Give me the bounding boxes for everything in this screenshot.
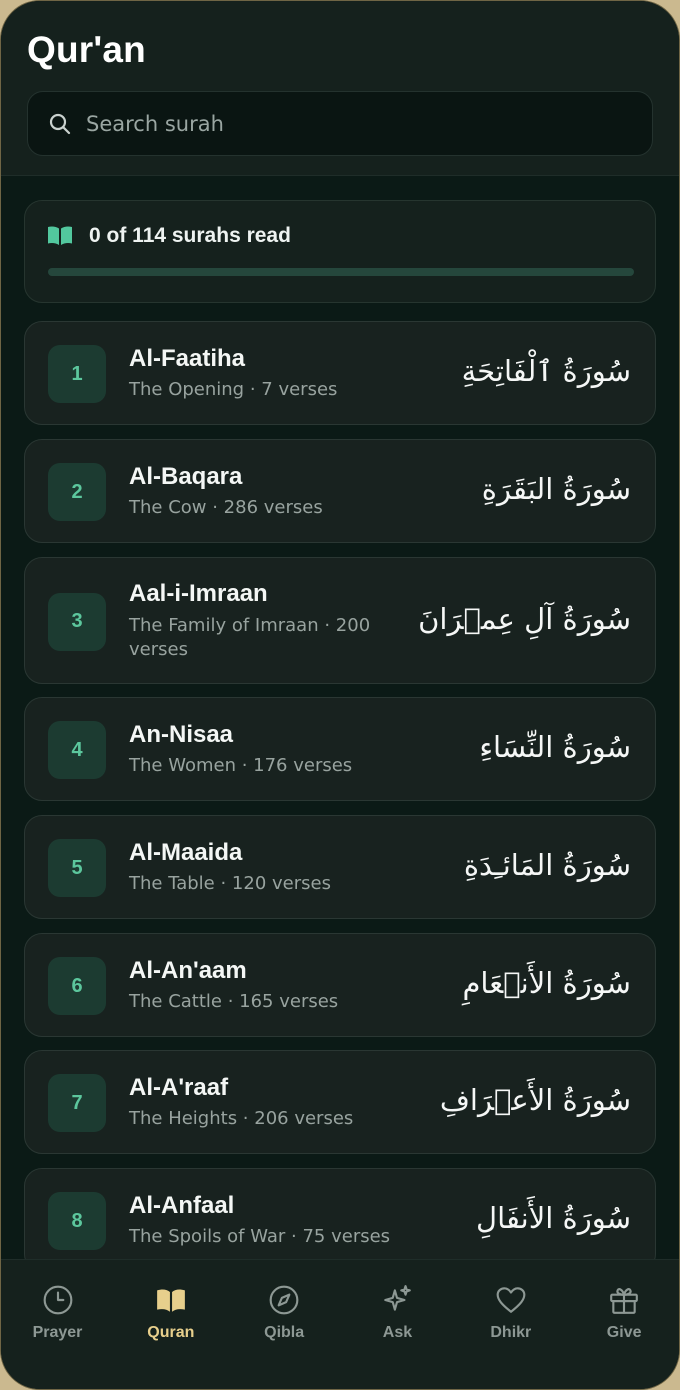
surah-subtitle: The Cattle · 165 verses (129, 991, 339, 1012)
tab-label: Prayer (32, 1324, 83, 1341)
page-title: Qur'an (27, 29, 146, 70)
surah-arabic-name: سُورَةُ الأَنفَالِ (476, 1201, 631, 1235)
surah-subtitle: The Table · 120 verses (129, 873, 331, 894)
surah-card[interactable]: 4 An-Nisaa The Women · 176 verses سُورَةُ ا… (24, 697, 656, 801)
surah-name: Al-Maaida (129, 839, 243, 866)
surah-name: Al-A'raaf (129, 1074, 229, 1101)
surah-arabic-name: سُورَةُ النِّسَاءِ (479, 730, 631, 764)
tab-label: Give (606, 1324, 642, 1341)
surah-number-badge: 6 (48, 957, 106, 1015)
book-open-icon (155, 1284, 187, 1316)
surah-arabic-name: سُورَةُ البَقَرَةِ (481, 472, 631, 506)
compass-icon (268, 1284, 300, 1316)
surah-arabic-name: سُورَةُ ٱلْفَاتِحَةِ (461, 354, 631, 388)
surah-card[interactable]: 1 Al-Faatiha The Opening · 7 verses سُورَةُ… (24, 321, 656, 425)
surah-card[interactable]: 7 Al-A'raaf The Heights · 206 verses سُورَة… (24, 1050, 656, 1154)
app-screen: Qur'an 0 of 114 surahs read 1 Al-Faatiha T… (0, 0, 680, 1390)
surah-name: An-Nisaa (129, 721, 234, 748)
surah-number-badge: 5 (48, 839, 106, 897)
surah-subtitle: The Cow · 286 verses (129, 497, 323, 518)
book-icon (48, 226, 72, 245)
surah-card[interactable]: 8 Al-Anfaal The Spoils of War · 75 verses س… (24, 1168, 656, 1272)
surah-subtitle: The Family of Imraan · 200 verses (129, 615, 371, 660)
surah-arabic-name: سُورَةُ الأَعۡرَافِ (439, 1083, 631, 1117)
surah-card[interactable]: 2 Al-Baqara The Cow · 286 verses سُورَةُ ال… (24, 439, 656, 543)
heart-icon (495, 1284, 527, 1316)
tab-label: Ask (382, 1324, 413, 1341)
surah-number-badge: 3 (48, 592, 106, 651)
surah-arabic-name: سُورَةُ آلِ عِمۡرَانَ (418, 601, 631, 636)
surah-name: Aal-i-Imraan (129, 580, 268, 607)
progress-label: 0 of 114 surahs read (89, 224, 291, 247)
surah-name: Al-Faatiha (129, 345, 246, 372)
tab-label: Quran (147, 1324, 195, 1341)
surah-card[interactable]: 6 Al-An'aam The Cattle · 165 verses سُورَةُ… (24, 933, 656, 1037)
surah-number-badge: 8 (48, 1192, 106, 1250)
surah-number-badge: 4 (48, 721, 106, 779)
search-icon (49, 113, 71, 135)
tab-dhikr[interactable]: Dhikr (454, 1284, 567, 1354)
search-input[interactable] (86, 92, 626, 155)
surah-name: Al-Baqara (129, 463, 243, 490)
surah-arabic-name: سُورَةُ الأَنۡعَامِ (462, 966, 631, 1000)
tab-give[interactable]: Give (568, 1284, 679, 1354)
search-box[interactable] (27, 91, 653, 156)
reading-progress-card: 0 of 114 surahs read (24, 200, 656, 303)
surah-subtitle: The Women · 176 verses (129, 755, 353, 776)
surah-number-badge: 7 (48, 1074, 106, 1132)
surah-name: Al-Anfaal (129, 1192, 235, 1219)
surah-number-badge: 2 (48, 463, 106, 521)
surah-card[interactable]: 5 Al-Maaida The Table · 120 verses سُورَةُ … (24, 815, 656, 919)
tab-prayer[interactable]: Prayer (1, 1284, 114, 1354)
surah-subtitle: The Opening · 7 verses (129, 379, 338, 400)
surah-number-badge: 1 (48, 345, 106, 403)
surah-subtitle: The Spoils of War · 75 verses (129, 1226, 391, 1247)
surah-card[interactable]: 3 Aal-i-Imraan The Family of Imraan · 200 … (24, 557, 656, 684)
tab-quran[interactable]: Quran (114, 1284, 227, 1354)
sparkles-icon (381, 1284, 413, 1316)
surah-arabic-name: سُورَةُ المَائـِدَةِ (463, 848, 631, 882)
tab-label: Qibla (264, 1324, 305, 1341)
clock-icon (42, 1284, 74, 1316)
surah-subtitle: The Heights · 206 verses (129, 1108, 354, 1129)
tab-ask[interactable]: Ask (341, 1284, 454, 1354)
bottom-tab-bar: Prayer Quran Qibla Ask Dhikr Give (1, 1259, 679, 1389)
header: Qur'an (1, 1, 679, 176)
tab-label: Dhikr (490, 1324, 532, 1341)
tab-qibla[interactable]: Qibla (228, 1284, 341, 1354)
progress-bar (48, 268, 634, 276)
surah-name: Al-An'aam (129, 957, 247, 984)
gift-icon (608, 1284, 640, 1316)
